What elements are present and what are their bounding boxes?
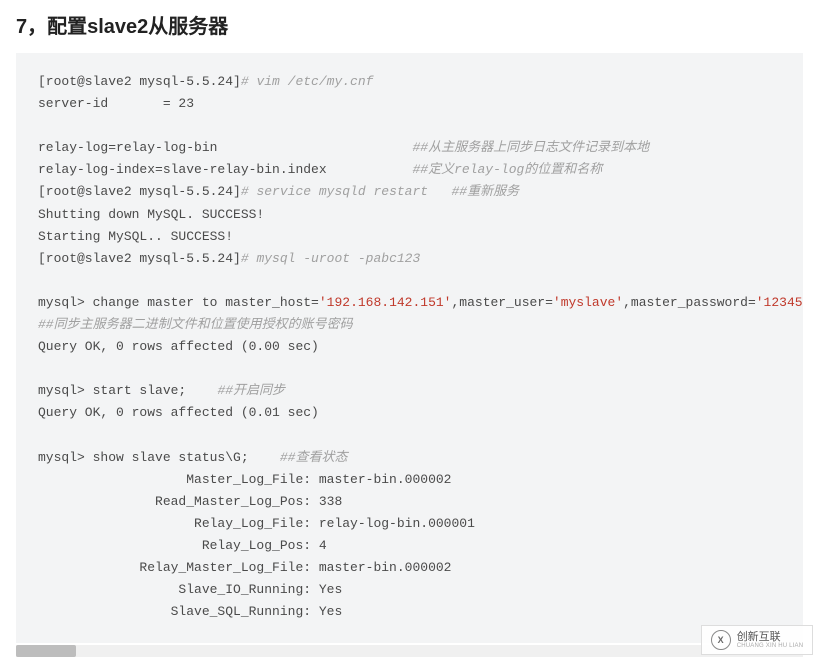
code-line: Slave_IO_Running: Yes xyxy=(38,582,342,597)
shell-prompt: [root@slave2 mysql-5.5.24] xyxy=(38,184,241,199)
string-literal: 'myslave' xyxy=(553,295,623,310)
comment: ##同步主服务器二进制文件和位置使用授权的账号密码 xyxy=(38,317,353,332)
code-line: Relay_Master_Log_File: master-bin.000002 xyxy=(38,560,451,575)
scrollbar-thumb[interactable] xyxy=(16,645,76,657)
code-line: ,master_password= xyxy=(623,295,756,310)
code-line: Slave_SQL_Running: Yes xyxy=(38,604,342,619)
code-line: Relay_Log_Pos: 4 xyxy=(38,538,327,553)
code-line: mysql> start slave; xyxy=(38,383,217,398)
code-line: Relay_Log_File: relay-log-bin.000001 xyxy=(38,516,475,531)
string-literal: '123456' xyxy=(756,295,803,310)
code-block: [root@slave2 mysql-5.5.24]# vim /etc/my.… xyxy=(16,53,803,643)
shell-prompt: [root@slave2 mysql-5.5.24] xyxy=(38,251,241,266)
pad xyxy=(327,162,413,177)
comment: ##重新服务 xyxy=(451,184,519,199)
code-line: ,master_user= xyxy=(451,295,552,310)
shell-command: # mysql -uroot -pabc123 xyxy=(241,251,420,266)
code-line: Master_Log_File: master-bin.000002 xyxy=(38,472,451,487)
code-line: Query OK, 0 rows affected (0.01 sec) xyxy=(38,405,319,420)
comment: ##查看状态 xyxy=(280,450,348,465)
code-line: relay-log-index=slave-relay-bin.index xyxy=(38,162,327,177)
comment: ##从主服务器上同步日志文件记录到本地 xyxy=(412,140,649,155)
code-line: relay-log=relay-log-bin xyxy=(38,140,217,155)
shell-prompt: [root@slave2 mysql-5.5.24] xyxy=(38,74,241,89)
code-line: Query OK, 0 rows affected (0.00 sec) xyxy=(38,339,319,354)
section-heading: 7，配置slave2从服务器 xyxy=(16,10,803,39)
code-line: mysql> show slave status\G; xyxy=(38,450,280,465)
comment: ##开启同步 xyxy=(217,383,285,398)
pad xyxy=(217,140,412,155)
code-line: mysql> change master to master_host= xyxy=(38,295,319,310)
horizontal-scrollbar[interactable] xyxy=(16,645,803,657)
code-line: Starting MySQL.. SUCCESS! xyxy=(38,229,233,244)
comment: ##定义relay-log的位置和名称 xyxy=(412,162,602,177)
code-line: server-id = 23 xyxy=(38,96,194,111)
code-line: Shutting down MySQL. SUCCESS! xyxy=(38,207,264,222)
string-literal: '192.168.142.151' xyxy=(319,295,452,310)
code-line: Read_Master_Log_Pos: 338 xyxy=(38,494,342,509)
shell-command: # service mysqld restart xyxy=(241,184,452,199)
shell-command: # vim /etc/my.cnf xyxy=(241,74,374,89)
